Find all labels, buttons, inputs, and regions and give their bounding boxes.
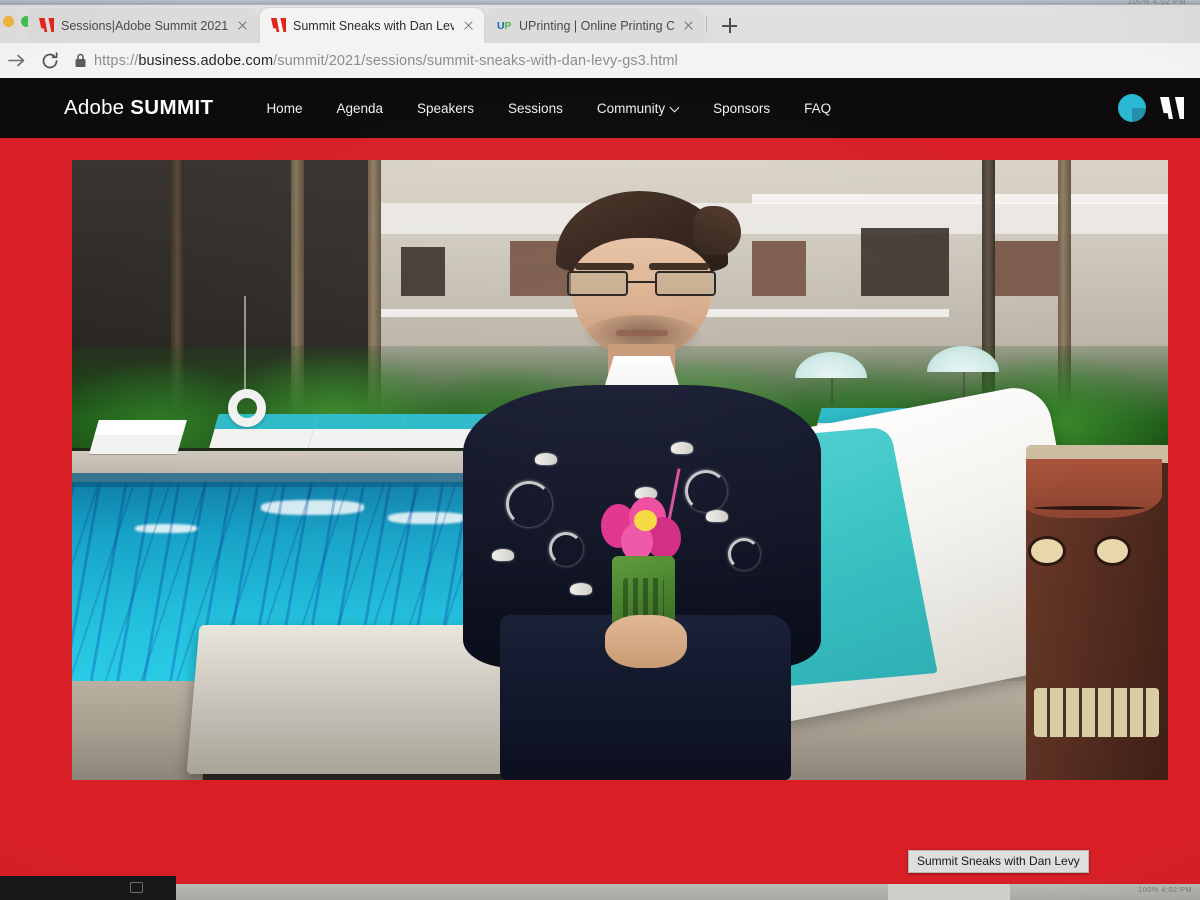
browser-tab-1-title: Sessions|Adobe Summit 2021 | <box>61 18 228 33</box>
nav-item-label: FAQ <box>804 100 832 116</box>
background-lounger <box>209 414 318 449</box>
url-host: business.adobe.com <box>138 52 274 69</box>
url-scheme: https:// <box>94 52 139 69</box>
dock-app-icon <box>130 882 143 893</box>
new-tab-button[interactable] <box>719 15 740 36</box>
nav-item-speakers[interactable]: Speakers <box>400 101 491 116</box>
forward-icon[interactable] <box>0 43 34 78</box>
person-dan-levy <box>456 191 829 780</box>
tiki-statue <box>1025 445 1168 780</box>
adobe-favicon <box>271 18 286 33</box>
uprinting-favicon: UP <box>497 20 512 32</box>
nav-item-agenda[interactable]: Agenda <box>319 101 400 116</box>
nav-item-sessions[interactable]: Sessions <box>491 101 580 116</box>
avatar[interactable] <box>1118 94 1146 122</box>
adobe-logo-icon[interactable] <box>1160 97 1184 119</box>
url-path: /summit/2021/sessions/summit-sneaks-with… <box>273 52 678 69</box>
nav-item-label: Sponsors <box>713 100 771 116</box>
eyeglasses <box>567 271 717 297</box>
nav-right-cluster <box>1118 78 1184 138</box>
close-icon[interactable] <box>681 18 696 33</box>
video-tooltip: Summit Sneaks with Dan Levy <box>908 850 1089 873</box>
desk-edge: 100% 4:02 PM <box>176 884 1200 900</box>
building-window <box>400 246 445 297</box>
site-logo[interactable]: Adobe SUMMIT <box>64 96 213 120</box>
lock-icon[interactable] <box>68 43 94 78</box>
tab-strip: Sessions|Adobe Summit 2021 | Summit Snea… <box>0 5 1200 43</box>
photographed-screen: 100% 4:02 PM Sessions|Adobe Summit 2021 … <box>0 0 1200 900</box>
browser-tab-3[interactable]: UP UPrinting | Online Printing Comp <box>486 8 704 43</box>
minimize-button[interactable] <box>3 16 14 27</box>
adobe-favicon <box>39 18 54 33</box>
life-ring-rope <box>244 296 247 396</box>
hero-band: Summit Sneaks with Dan Levy Summit Sneak… <box>0 138 1200 893</box>
reload-icon[interactable] <box>34 43 68 78</box>
background-lounger <box>89 420 187 455</box>
browser-chrome: Sessions|Adobe Summit 2021 | Summit Snea… <box>0 5 1200 78</box>
video-player[interactable] <box>72 160 1168 780</box>
address-bar-url[interactable]: https://business.adobe.com/summit/2021/s… <box>94 53 678 69</box>
nav-item-home[interactable]: Home <box>249 101 319 116</box>
brand-word-summit: SUMMIT <box>130 96 214 119</box>
building-window <box>992 240 1059 297</box>
browser-tab-2[interactable]: Summit Sneaks with Dan Levy: ( <box>260 8 484 43</box>
nav-item-sponsors[interactable]: Sponsors <box>696 101 787 116</box>
close-icon[interactable] <box>461 18 476 33</box>
nav-item-label: Speakers <box>417 100 475 116</box>
hands <box>604 615 687 669</box>
browser-toolbar: https://business.adobe.com/summit/2021/s… <box>0 43 1200 78</box>
nav-item-label: Agenda <box>336 100 383 116</box>
nav-item-label: Home <box>266 100 303 116</box>
nav-item-faq[interactable]: FAQ <box>787 101 848 116</box>
close-icon[interactable] <box>235 18 250 33</box>
chevron-down-icon <box>671 104 679 112</box>
browser-tab-2-title: Summit Sneaks with Dan Levy: ( <box>293 18 454 33</box>
browser-tab-3-title: UPrinting | Online Printing Comp <box>519 18 674 33</box>
life-ring <box>227 389 266 428</box>
brand-word-adobe: Adobe <box>64 96 131 119</box>
page-viewport: Adobe SUMMIT Home Agenda Speakers Sessio… <box>0 78 1200 893</box>
nav-item-label: Sessions <box>508 100 563 116</box>
nav-item-label: Community <box>596 100 666 116</box>
nav-links: Home Agenda Speakers Sessions Community … <box>249 101 848 116</box>
browser-tab-1[interactable]: Sessions|Adobe Summit 2021 | <box>28 8 258 43</box>
nav-item-community[interactable]: Community <box>580 101 696 116</box>
tab-divider <box>706 16 707 33</box>
screen-edge-text: 100% 4:02 PM <box>1138 885 1192 894</box>
video-frame-scene <box>72 160 1168 780</box>
dock-corner <box>0 876 176 900</box>
building-window <box>861 228 949 297</box>
site-navigation: Adobe SUMMIT Home Agenda Speakers Sessio… <box>0 78 1200 138</box>
